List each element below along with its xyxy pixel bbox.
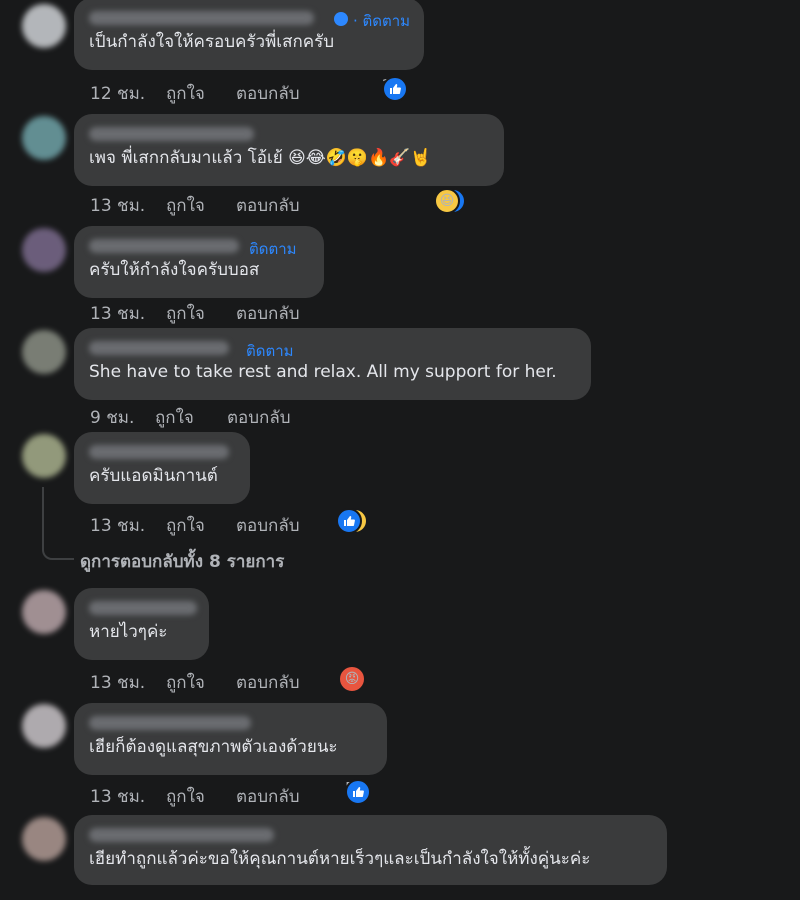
like-button[interactable]: ถูกใจ — [166, 669, 205, 696]
like-button[interactable]: ถูกใจ — [166, 80, 205, 107]
reply-button[interactable]: ตอบกลับ — [236, 300, 300, 327]
author-name[interactable] — [89, 445, 229, 459]
comment-text: ครับแอดมินกานต์ — [89, 466, 218, 486]
author-name[interactable] — [89, 828, 274, 842]
comment-text: She have to take rest and relax. All my … — [89, 362, 557, 382]
comment-text: เฮียก็ต้องดูแลสุขภาพตัวเองด้วยนะ — [89, 737, 338, 757]
reply-button[interactable]: ตอบกลับ — [236, 669, 300, 696]
timestamp[interactable]: 13 ชม. — [90, 300, 145, 327]
timestamp[interactable]: 13 ชม. — [90, 512, 145, 539]
haha-reaction-icon: 😆 — [434, 188, 460, 214]
timestamp[interactable]: 13 ชม. — [90, 783, 145, 810]
like-button[interactable]: ถูกใจ — [166, 300, 205, 327]
timestamp[interactable]: 13 ชม. — [90, 669, 145, 696]
avatar[interactable] — [22, 116, 66, 160]
comment-text: หายไวๆค่ะ — [89, 622, 168, 642]
like-button[interactable]: ถูกใจ — [166, 512, 205, 539]
follow-link[interactable]: · ติดตาม — [353, 9, 410, 33]
comment-bubble: ติดตาม ครับให้กำลังใจครับบอส — [74, 226, 324, 298]
comment-bubble: หายไวๆค่ะ — [74, 588, 209, 660]
avatar[interactable] — [22, 817, 66, 861]
comment-bubble: เฮียทำถูกแล้วค่ะขอให้คุณกานต์หายเร็วๆและ… — [74, 815, 667, 885]
verified-badge-icon — [334, 12, 348, 26]
avatar[interactable] — [22, 434, 66, 478]
author-name[interactable] — [89, 341, 229, 355]
author-name[interactable] — [89, 239, 239, 253]
reply-button[interactable]: ตอบกลับ — [236, 512, 300, 539]
comment-text: เพจ พี่เสกกลับมาแล้ว โอ้เย้ 😆😂🤣🤫🔥🎸🤘 — [89, 148, 432, 168]
comment-text: เฮียทำถูกแล้วค่ะขอให้คุณกานต์หายเร็วๆและ… — [89, 849, 591, 869]
like-reaction-icon — [336, 508, 362, 534]
reply-button[interactable]: ตอบกลับ — [236, 783, 300, 810]
comment-bubble: ติดตาม She have to take rest and relax. … — [74, 328, 591, 400]
author-name[interactable] — [89, 716, 251, 730]
follow-link[interactable]: ติดตาม — [249, 237, 297, 261]
timestamp[interactable]: 9 ชม. — [90, 404, 134, 431]
comment-text: ครับให้กำลังใจครับบอส — [89, 260, 260, 280]
follow-link[interactable]: ติดตาม — [246, 339, 294, 363]
like-reaction-icon — [345, 779, 371, 805]
author-name[interactable] — [89, 127, 254, 141]
like-button[interactable]: ถูกใจ — [155, 404, 194, 431]
avatar[interactable] — [22, 330, 66, 374]
author-name[interactable] — [89, 11, 314, 25]
timestamp[interactable]: 12 ชม. — [90, 80, 145, 107]
comment-bubble: · ติดตาม เป็นกำลังใจให้ครอบครัวพี่เสกครั… — [74, 0, 424, 70]
avatar[interactable] — [22, 4, 66, 48]
comment-bubble: ครับแอดมินกานต์ — [74, 432, 250, 504]
reply-thread-line — [42, 487, 74, 560]
timestamp[interactable]: 13 ชม. — [90, 192, 145, 219]
reply-button[interactable]: ตอบกลับ — [236, 80, 300, 107]
comment-bubble: เฮียก็ต้องดูแลสุขภาพตัวเองด้วยนะ — [74, 703, 387, 775]
avatar[interactable] — [22, 704, 66, 748]
view-replies-link[interactable]: ดูการตอบกลับทั้ง 8 รายการ — [80, 548, 284, 575]
angry-reaction-icon: 😡 — [338, 665, 366, 693]
comment-bubble: เพจ พี่เสกกลับมาแล้ว โอ้เย้ 😆😂🤣🤫🔥🎸🤘 — [74, 114, 504, 186]
avatar[interactable] — [22, 228, 66, 272]
author-name[interactable] — [89, 601, 197, 615]
like-reaction-icon — [382, 76, 408, 102]
avatar[interactable] — [22, 590, 66, 634]
like-button[interactable]: ถูกใจ — [166, 192, 205, 219]
like-button[interactable]: ถูกใจ — [166, 783, 205, 810]
reply-button[interactable]: ตอบกลับ — [236, 192, 300, 219]
comment-text: เป็นกำลังใจให้ครอบครัวพี่เสกครับ — [89, 32, 335, 52]
reply-button[interactable]: ตอบกลับ — [227, 404, 291, 431]
